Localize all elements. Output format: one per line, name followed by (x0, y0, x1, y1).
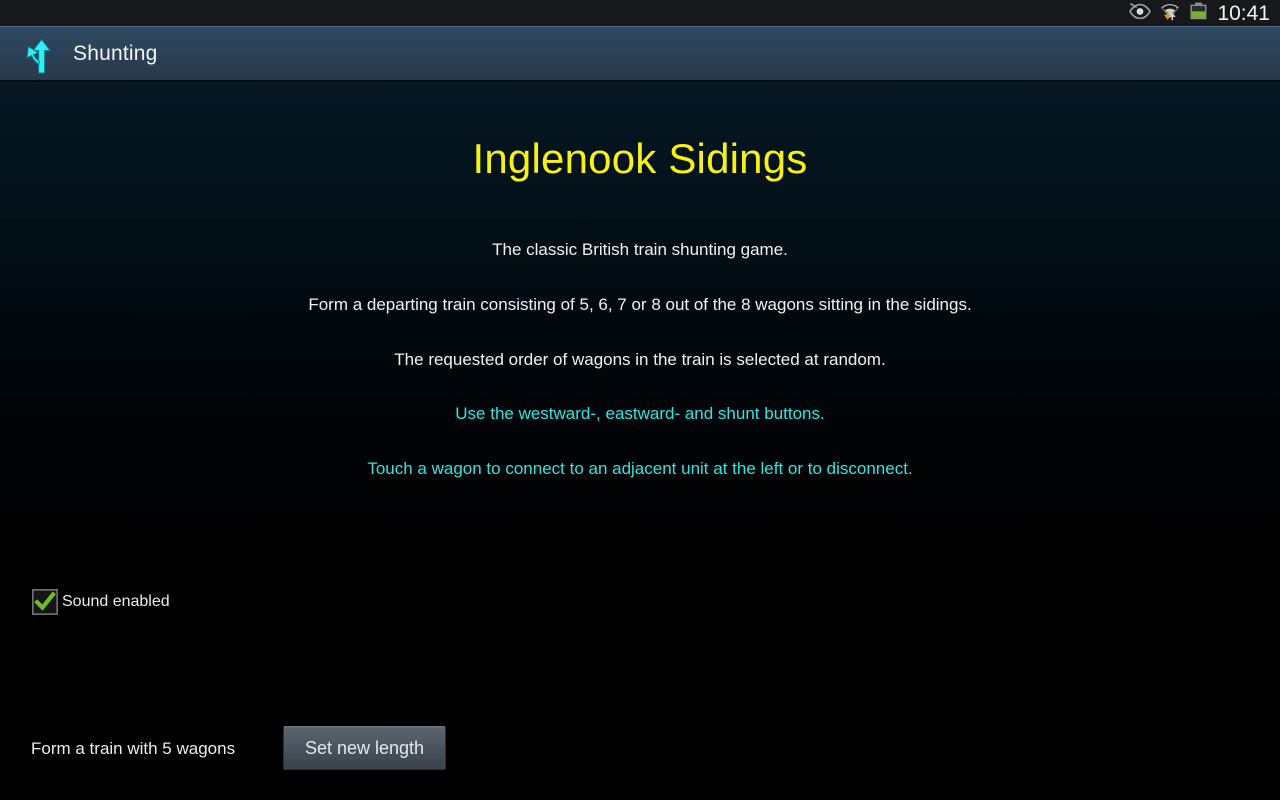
shunting-app-window: 10:41 Shunting Inglenook Sidings The cla… (0, 0, 1280, 800)
status-bar-clock: 10:41 (1217, 1, 1270, 25)
description-line: Form a departing train consisting of 5, … (308, 295, 972, 314)
sound-enabled-checkbox[interactable] (31, 588, 59, 616)
sound-enabled-row[interactable]: Sound enabled (31, 588, 170, 616)
hint-line: Touch a wagon to connect to an adjacent … (367, 459, 913, 478)
main-content: Inglenook Sidings The classic British tr… (0, 82, 1280, 800)
railway-switch-arrow-icon[interactable] (20, 34, 56, 74)
hint-line: Use the westward-, eastward- and shunt b… (455, 404, 825, 423)
status-bar-icon-group (1129, 1, 1208, 26)
smart-stay-eye-icon (1129, 2, 1152, 24)
description-line: The classic British train shunting game. (492, 240, 788, 259)
app-title: Shunting (73, 41, 158, 65)
bottom-button-bar: Play About and credits Exit (0, 726, 1280, 800)
sound-enabled-label: Sound enabled (62, 593, 170, 610)
wifi-download-icon (1158, 1, 1182, 26)
page-title: Inglenook Sidings (472, 135, 808, 182)
description-line: The requested order of wagons in the tra… (394, 350, 886, 369)
battery-icon (1189, 2, 1208, 25)
android-status-bar: 10:41 (0, 0, 1280, 26)
app-action-bar: Shunting (0, 26, 1280, 82)
